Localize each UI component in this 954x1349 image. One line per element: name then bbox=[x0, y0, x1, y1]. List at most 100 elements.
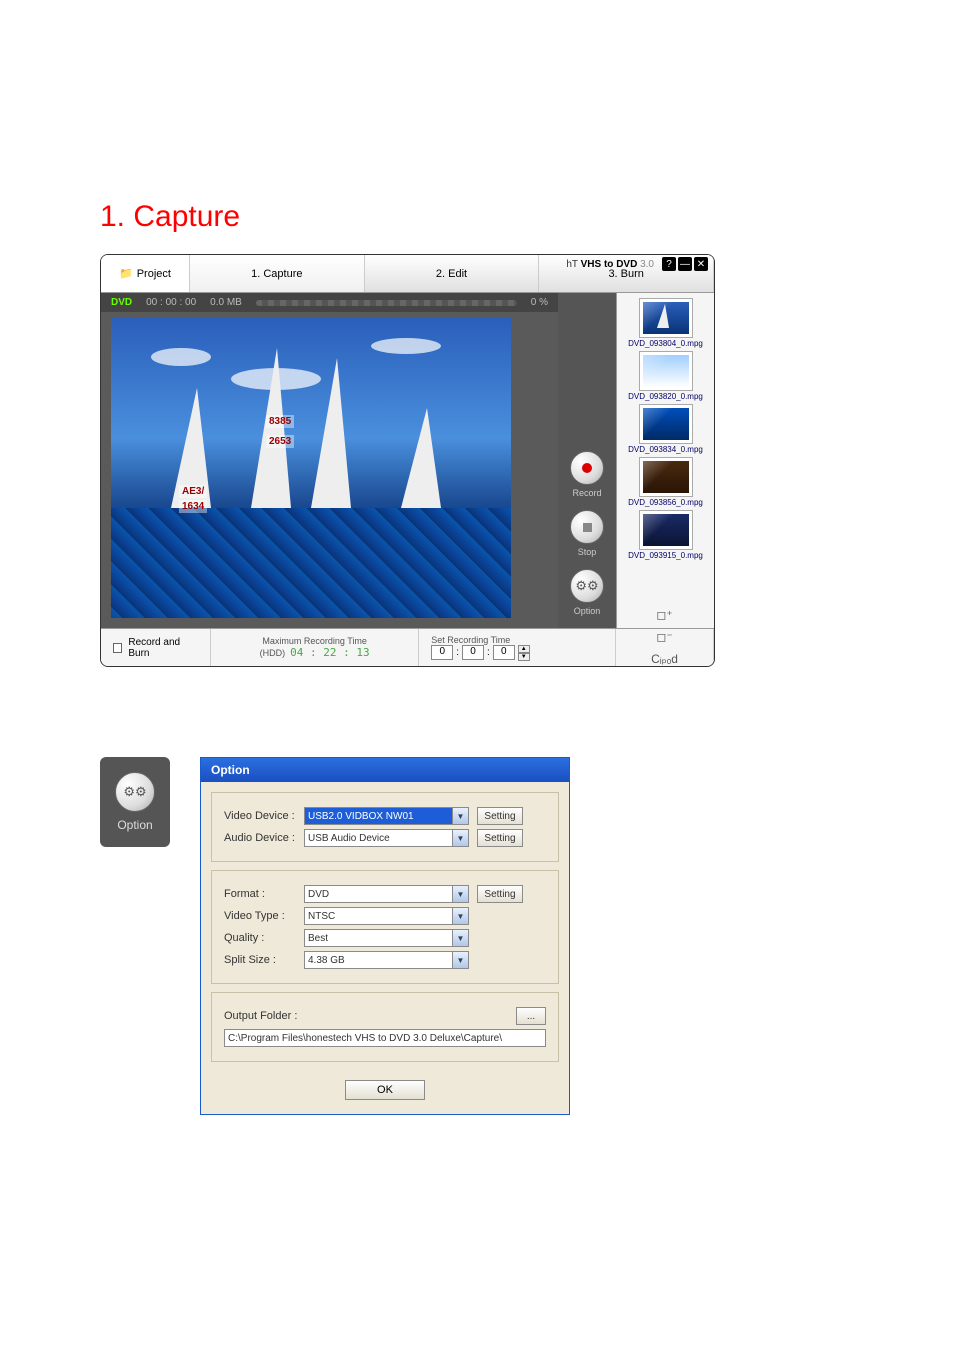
device-icon-row: ◻⁺ ◻⁻ Cᵢₚₒd Cₚₛₚ bbox=[616, 629, 714, 666]
brand-name: VHS to DVD bbox=[581, 259, 638, 270]
tab-capture[interactable]: 1. Capture bbox=[190, 255, 365, 292]
clip-thumbnail bbox=[640, 299, 692, 337]
set-recording-label: Set Recording Time bbox=[431, 635, 603, 645]
video-device-label: Video Device : bbox=[224, 810, 304, 822]
split-size-label: Split Size : bbox=[224, 954, 304, 966]
timecode: 00 : 00 : 00 bbox=[146, 297, 196, 308]
format-select[interactable]: DVD ▼ bbox=[304, 885, 469, 903]
minimize-button[interactable]: — bbox=[678, 257, 692, 271]
clip-list: DVD_093804_0.mpg DVD_093820_0.mpg DVD_09… bbox=[616, 293, 714, 628]
chevron-down-icon[interactable]: ▼ bbox=[452, 830, 468, 846]
ipod-icon[interactable]: Cᵢₚₒd bbox=[651, 652, 678, 666]
stop-button[interactable] bbox=[570, 510, 604, 544]
clip-thumbnail bbox=[640, 352, 692, 390]
chevron-down-icon[interactable]: ▼ bbox=[452, 930, 468, 946]
project-button[interactable]: 📁 Project bbox=[101, 255, 190, 292]
audio-device-select[interactable]: USB Audio Device ▼ bbox=[304, 829, 469, 847]
colon: : bbox=[456, 647, 459, 658]
page-heading: 1. Capture bbox=[100, 200, 854, 234]
app-brand: hT VHS to DVD 3.0 bbox=[566, 259, 654, 270]
list-item[interactable]: DVD_093820_0.mpg bbox=[628, 352, 703, 401]
set-seconds-input[interactable]: 0 bbox=[493, 645, 515, 660]
project-icon: 📁 bbox=[119, 267, 133, 280]
clip-filename: DVD_093820_0.mpg bbox=[628, 392, 703, 401]
record-and-burn-label: Record and Burn bbox=[128, 637, 198, 659]
max-recording-time: 04 : 22 : 13 bbox=[290, 646, 369, 659]
clip-thumbnail bbox=[640, 458, 692, 496]
option-launcher: ⚙⚙ Option bbox=[100, 757, 170, 847]
capture-progress bbox=[256, 300, 517, 306]
video-device-select[interactable]: USB2.0 VIDBOX NW01 ▼ bbox=[304, 807, 469, 825]
quality-value: Best bbox=[308, 933, 328, 944]
dialog-title: Option bbox=[201, 758, 569, 782]
list-item[interactable]: DVD_093834_0.mpg bbox=[628, 405, 703, 454]
gear-icon: ⚙⚙ bbox=[575, 578, 598, 594]
option-button[interactable]: ⚙⚙ bbox=[115, 772, 155, 812]
spinner-down-icon[interactable]: ▼ bbox=[518, 653, 530, 661]
sail-number: 8385 bbox=[266, 415, 294, 428]
option-button[interactable]: ⚙⚙ bbox=[570, 569, 604, 603]
ok-button[interactable]: OK bbox=[345, 1080, 425, 1100]
chevron-down-icon[interactable]: ▼ bbox=[452, 908, 468, 924]
colon: : bbox=[487, 647, 490, 658]
video-device-setting-button[interactable]: Setting bbox=[477, 807, 523, 825]
chevron-down-icon[interactable]: ▼ bbox=[452, 808, 468, 824]
clip-filename: DVD_093915_0.mpg bbox=[628, 551, 703, 560]
device-icon[interactable]: ◻⁻ bbox=[656, 630, 672, 644]
close-button[interactable]: ✕ bbox=[694, 257, 708, 271]
option-label: Option bbox=[117, 818, 152, 832]
preview-status-bar: DVD 00 : 00 : 00 0.0 MB 0 % bbox=[101, 293, 558, 312]
capture-controls: Record Stop ⚙⚙ Option bbox=[558, 293, 616, 628]
chevron-down-icon[interactable]: ▼ bbox=[452, 886, 468, 902]
clip-filename: DVD_093804_0.mpg bbox=[628, 339, 703, 348]
output-folder-label: Output Folder : bbox=[224, 1010, 297, 1022]
list-item[interactable]: DVD_093856_0.mpg bbox=[628, 458, 703, 507]
audio-device-label: Audio Device : bbox=[224, 832, 304, 844]
output-folder-path[interactable]: C:\Program Files\honestech VHS to DVD 3.… bbox=[224, 1029, 546, 1047]
set-minutes-input[interactable]: 0 bbox=[462, 645, 484, 660]
format-setting-button[interactable]: Setting bbox=[477, 885, 523, 903]
audio-device-value: USB Audio Device bbox=[308, 833, 390, 844]
clip-filename: DVD_093834_0.mpg bbox=[628, 445, 703, 454]
hdd-label: (HDD) bbox=[260, 648, 286, 658]
sail-number: AE3/ bbox=[179, 485, 207, 498]
record-button[interactable] bbox=[570, 451, 604, 485]
device-icon[interactable]: ◻⁺ bbox=[656, 608, 672, 622]
chevron-down-icon[interactable]: ▼ bbox=[452, 952, 468, 968]
option-dialog: Option Video Device : USB2.0 VIDBOX NW01… bbox=[200, 757, 570, 1115]
stop-icon bbox=[583, 523, 592, 532]
app-window: hT VHS to DVD 3.0 ? — ✕ 📁 Project 1. Cap… bbox=[100, 254, 715, 667]
clip-thumbnail bbox=[640, 511, 692, 549]
gear-icon: ⚙⚙ bbox=[123, 784, 146, 800]
tab-edit[interactable]: 2. Edit bbox=[365, 255, 540, 292]
video-type-value: NTSC bbox=[308, 911, 335, 922]
audio-device-setting-button[interactable]: Setting bbox=[477, 829, 523, 847]
list-item[interactable]: DVD_093915_0.mpg bbox=[628, 511, 703, 560]
record-and-burn-checkbox[interactable] bbox=[113, 643, 122, 653]
browse-button[interactable]: ... bbox=[516, 1007, 546, 1025]
max-recording-label: Maximum Recording Time bbox=[262, 636, 367, 646]
record-label: Record bbox=[572, 488, 601, 498]
stop-label: Stop bbox=[578, 547, 597, 557]
video-device-value: USB2.0 VIDBOX NW01 bbox=[308, 811, 414, 822]
capture-percent: 0 % bbox=[531, 297, 548, 308]
split-size-value: 4.38 GB bbox=[308, 955, 345, 966]
spinner-up-icon[interactable]: ▲ bbox=[518, 645, 530, 653]
set-hours-input[interactable]: 0 bbox=[431, 645, 453, 660]
quality-select[interactable]: Best ▼ bbox=[304, 929, 469, 947]
video-type-select[interactable]: NTSC ▼ bbox=[304, 907, 469, 925]
option-label: Option bbox=[574, 606, 601, 616]
record-icon bbox=[582, 463, 592, 473]
titlebar: hT VHS to DVD 3.0 ? — ✕ bbox=[566, 257, 708, 271]
list-item[interactable]: DVD_093804_0.mpg bbox=[628, 299, 703, 348]
help-button[interactable]: ? bbox=[662, 257, 676, 271]
video-preview: 8385 2653 AE3/ 1634 bbox=[111, 318, 511, 618]
format-label: Format : bbox=[224, 888, 304, 900]
capture-size: 0.0 MB bbox=[210, 297, 242, 308]
brand-version: 3.0 bbox=[640, 259, 654, 270]
sail-number: 1634 bbox=[179, 500, 207, 513]
split-size-select[interactable]: 4.38 GB ▼ bbox=[304, 951, 469, 969]
clip-thumbnail bbox=[640, 405, 692, 443]
format-value: DVD bbox=[308, 889, 329, 900]
time-spinner[interactable]: ▲ ▼ bbox=[518, 645, 530, 661]
